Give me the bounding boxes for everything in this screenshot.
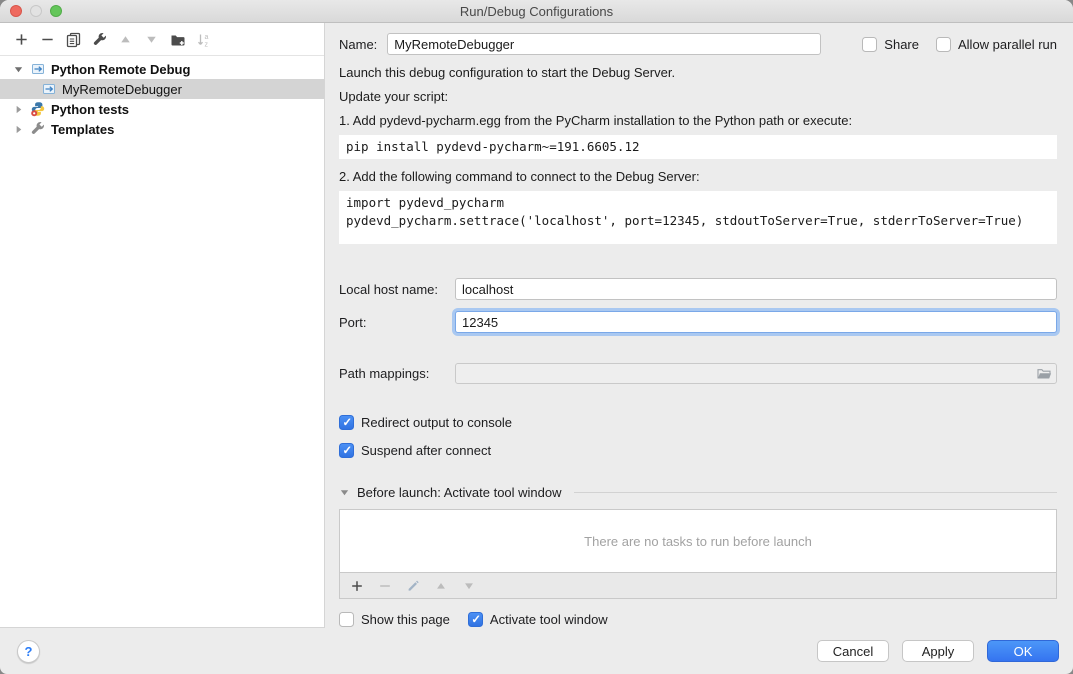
new-folder-icon[interactable] — [169, 31, 186, 48]
suspend-after-connect-checkbox[interactable] — [339, 443, 354, 458]
before-launch-header[interactable]: Before launch: Activate tool window — [339, 485, 1057, 500]
empty-tasks-text: There are no tasks to run before launch — [584, 534, 812, 549]
move-up-icon — [117, 31, 134, 48]
move-down-icon — [462, 579, 476, 593]
pip-install-snippet: pip install pydevd-pycharm~=191.6605.12 — [339, 135, 1057, 159]
local-host-label: Local host name: — [339, 282, 455, 297]
redirect-output-checkbox-row[interactable]: Redirect output to console — [339, 415, 1057, 430]
chevron-right-icon[interactable] — [13, 104, 30, 115]
move-down-icon — [143, 31, 160, 48]
close-icon[interactable] — [10, 5, 22, 17]
tree-item-label: Templates — [51, 122, 114, 137]
tree-item-python-tests[interactable]: Python tests — [0, 99, 324, 119]
add-icon[interactable] — [13, 31, 30, 48]
instruction-line-2: Update your script: — [339, 89, 1057, 105]
allow-parallel-run-label: Allow parallel run — [958, 37, 1057, 52]
path-mappings-field[interactable] — [455, 363, 1057, 384]
activate-tool-window-checkbox-row[interactable]: Activate tool window — [468, 612, 608, 627]
traffic-lights — [10, 5, 62, 17]
tree-item-label: Python Remote Debug — [51, 62, 190, 77]
settrace-line-2: pydevd_pycharm.settrace('localhost', por… — [346, 213, 1023, 228]
svg-text:a: a — [204, 34, 208, 41]
settrace-line-1: import pydevd_pycharm — [346, 195, 504, 210]
chevron-right-icon[interactable] — [13, 124, 30, 135]
allow-parallel-run-checkbox-row[interactable]: Allow parallel run — [936, 37, 1057, 52]
sidebar-toolbar: a z — [0, 23, 324, 56]
port-label: Port: — [339, 315, 455, 330]
help-icon: ? — [25, 644, 33, 659]
redirect-output-checkbox[interactable] — [339, 415, 354, 430]
before-launch-separator — [574, 492, 1057, 493]
settrace-snippet: import pydevd_pycharm pydevd_pycharm.sett… — [339, 191, 1057, 244]
show-this-page-checkbox-row[interactable]: Show this page — [339, 612, 450, 627]
cancel-button[interactable]: Cancel — [817, 640, 889, 662]
activate-tool-window-checkbox[interactable] — [468, 612, 483, 627]
instruction-step-2: 2. Add the following command to connect … — [339, 169, 1057, 185]
chevron-down-icon[interactable] — [13, 64, 30, 75]
port-input[interactable] — [455, 311, 1057, 333]
copy-icon[interactable] — [65, 31, 82, 48]
path-mappings-row: Path mappings: — [339, 363, 1057, 384]
port-row: Port: — [339, 311, 1057, 333]
svg-text:z: z — [204, 41, 208, 48]
suspend-after-connect-label: Suspend after connect — [361, 443, 491, 458]
path-mappings-label: Path mappings: — [339, 366, 455, 381]
configurations-tree: Python Remote Debug MyRemoteDebugger — [0, 56, 324, 139]
tree-item-python-remote-debug[interactable]: Python Remote Debug — [0, 59, 324, 79]
remote-debug-icon — [30, 61, 46, 77]
page-options-row: Show this page Activate tool window — [339, 612, 1057, 627]
activate-tool-window-label: Activate tool window — [490, 612, 608, 627]
chevron-down-icon[interactable] — [339, 487, 350, 498]
share-label: Share — [884, 37, 919, 52]
titlebar: Run/Debug Configurations — [0, 0, 1073, 23]
tree-item-templates[interactable]: Templates — [0, 119, 324, 139]
instruction-line-1: Launch this debug configuration to start… — [339, 65, 1057, 81]
move-up-icon — [434, 579, 448, 593]
configurations-sidebar: a z Python Remote Debug MyRemoteDebugge — [0, 23, 325, 628]
local-host-input[interactable] — [455, 278, 1057, 300]
run-debug-configurations-dialog: Run/Debug Configurations — [0, 0, 1073, 674]
allow-parallel-run-checkbox[interactable] — [936, 37, 951, 52]
instruction-step-1: 1. Add pydevd-pycharm.egg from the PyCha… — [339, 113, 1057, 129]
minimize-icon — [30, 5, 42, 17]
tree-item-myremotedebugger[interactable]: MyRemoteDebugger — [0, 79, 324, 99]
tree-item-label: MyRemoteDebugger — [62, 82, 182, 97]
header-checkboxes: Share Allow parallel run — [862, 37, 1057, 52]
help-button[interactable]: ? — [17, 640, 40, 663]
suspend-after-connect-checkbox-row[interactable]: Suspend after connect — [339, 443, 1057, 458]
apply-button[interactable]: Apply — [902, 640, 974, 662]
remove-icon[interactable] — [39, 31, 56, 48]
name-row: Name: Share Allow parallel run — [339, 33, 1057, 55]
dialog-footer: ? Cancel Apply OK — [0, 628, 1073, 674]
ok-button[interactable]: OK — [987, 640, 1059, 662]
sort-icon: a z — [195, 31, 212, 48]
name-label: Name: — [339, 37, 377, 52]
configuration-editor: Name: Share Allow parallel run Launch th… — [326, 23, 1073, 628]
add-icon[interactable] — [350, 579, 364, 593]
redirect-output-label: Redirect output to console — [361, 415, 512, 430]
tree-item-label: Python tests — [51, 102, 129, 117]
zoom-icon[interactable] — [50, 5, 62, 17]
wrench-icon — [30, 121, 46, 137]
window-title: Run/Debug Configurations — [460, 4, 613, 19]
before-launch-toolbar — [339, 573, 1057, 599]
share-checkbox-row[interactable]: Share — [862, 37, 919, 52]
show-this-page-checkbox[interactable] — [339, 612, 354, 627]
local-host-row: Local host name: — [339, 278, 1057, 300]
pencil-icon — [406, 579, 420, 593]
footer-buttons: Cancel Apply OK — [817, 640, 1059, 662]
name-input[interactable] — [387, 33, 821, 55]
folder-icon[interactable] — [1036, 366, 1052, 382]
edit-templates-icon[interactable] — [91, 31, 108, 48]
before-launch-title: Before launch: Activate tool window — [357, 485, 562, 500]
remove-icon — [378, 579, 392, 593]
python-tests-icon — [30, 101, 46, 117]
before-launch-task-list[interactable]: There are no tasks to run before launch — [339, 509, 1057, 573]
show-this-page-label: Show this page — [361, 612, 450, 627]
share-checkbox[interactable] — [862, 37, 877, 52]
remote-debug-icon — [41, 81, 57, 97]
